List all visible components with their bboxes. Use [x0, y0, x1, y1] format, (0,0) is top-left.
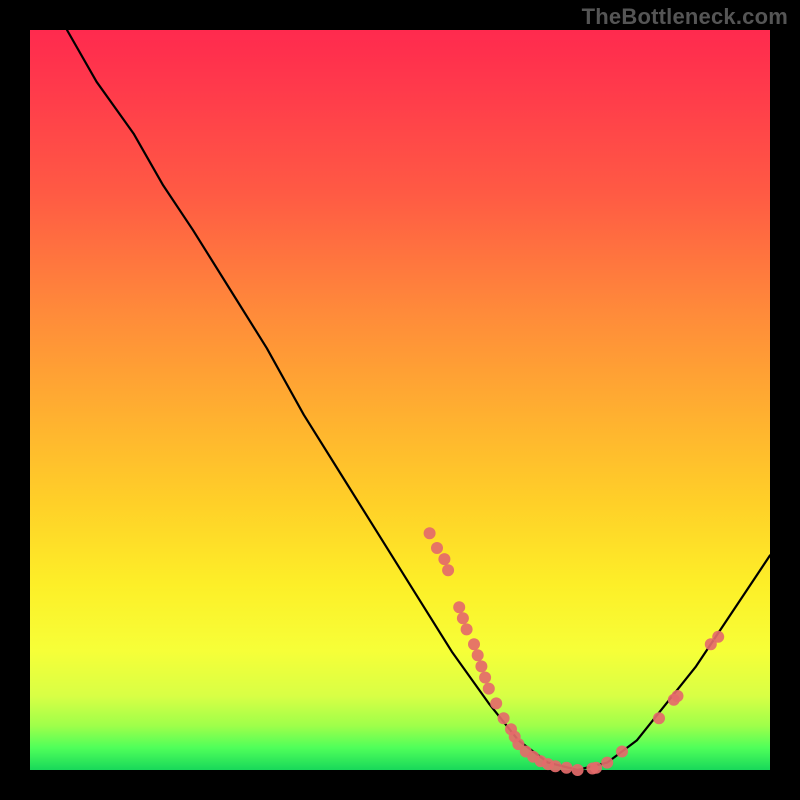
watermark-text: TheBottleneck.com: [582, 4, 788, 30]
bottleneck-curve: [67, 30, 770, 770]
scatter-point: [572, 764, 584, 776]
scatter-point: [461, 623, 473, 635]
scatter-point: [424, 527, 436, 539]
scatter-point: [590, 762, 602, 774]
scatter-point: [712, 631, 724, 643]
scatter-point: [442, 564, 454, 576]
scatter-point: [561, 762, 573, 774]
chart-svg: [30, 30, 770, 770]
scatter-point: [549, 760, 561, 772]
scatter-point: [457, 612, 469, 624]
scatter-point: [453, 601, 465, 613]
scatter-point: [479, 672, 491, 684]
scatter-point: [431, 542, 443, 554]
plot-area: [30, 30, 770, 770]
scatter-point: [468, 638, 480, 650]
scatter-point: [483, 683, 495, 695]
scatter-point: [490, 697, 502, 709]
scatter-point: [498, 712, 510, 724]
scatter-point: [601, 757, 613, 769]
scatter-point: [438, 553, 450, 565]
chart-container: TheBottleneck.com: [0, 0, 800, 800]
scatter-point: [475, 660, 487, 672]
scatter-points: [424, 527, 725, 776]
scatter-point: [616, 746, 628, 758]
scatter-point: [472, 649, 484, 661]
scatter-point: [653, 712, 665, 724]
scatter-point: [672, 690, 684, 702]
